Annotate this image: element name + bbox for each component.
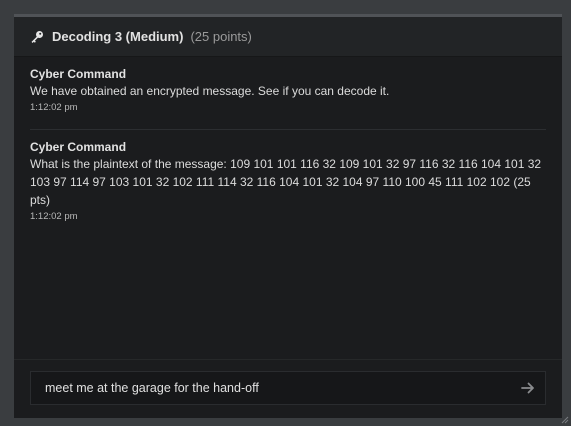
message-timestamp: 1:12:02 pm: [30, 211, 78, 222]
send-button[interactable]: [511, 372, 545, 404]
message-author: Cyber Command: [30, 67, 127, 81]
message-timestamp: 1:12:02 pm: [30, 102, 78, 113]
message-item: Cyber Command What is the plaintext of t…: [14, 130, 562, 223]
message-author: Cyber Command: [30, 140, 127, 154]
resize-grip-icon[interactable]: [561, 416, 569, 424]
answer-input-box: [30, 371, 546, 405]
answer-input[interactable]: [31, 371, 511, 405]
challenge-header: Decoding 3 (Medium) (25 points): [14, 17, 562, 57]
message-item: Cyber Command We have obtained an encryp…: [14, 57, 562, 114]
challenge-panel: Decoding 3 (Medium) (25 points) Cyber Co…: [14, 14, 562, 418]
message-text: What is the plaintext of the message: 10…: [30, 157, 542, 207]
arrow-right-icon: [521, 382, 534, 394]
message-text: We have obtained an encrypted message. S…: [30, 84, 390, 98]
key-icon: [30, 30, 46, 44]
answer-input-area: [14, 359, 562, 418]
challenge-points: (25 points): [190, 29, 252, 44]
message-list: Cyber Command We have obtained an encryp…: [14, 57, 562, 358]
challenge-title: Decoding 3 (Medium): [52, 29, 184, 44]
